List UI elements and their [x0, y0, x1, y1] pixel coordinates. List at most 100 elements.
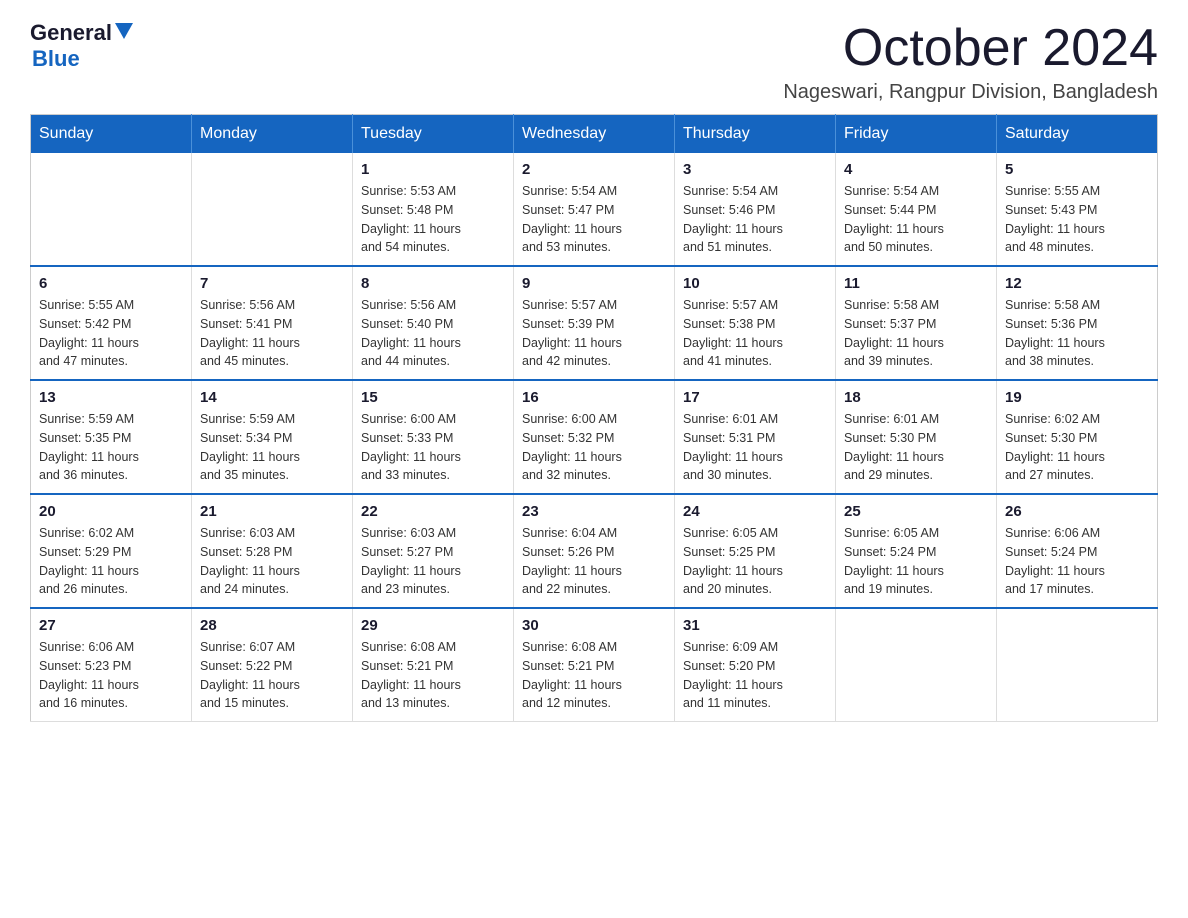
calendar-cell — [31, 153, 192, 266]
day-info: Sunrise: 6:06 AMSunset: 5:23 PMDaylight:… — [39, 638, 183, 713]
calendar-cell: 15 Sunrise: 6:00 AMSunset: 5:33 PMDayligh… — [353, 380, 514, 494]
day-number: 30 — [522, 617, 666, 634]
day-info: Sunrise: 6:08 AMSunset: 5:21 PMDaylight:… — [522, 638, 666, 713]
day-info: Sunrise: 5:59 AMSunset: 5:34 PMDaylight:… — [200, 410, 344, 485]
day-number: 18 — [844, 389, 988, 406]
day-number: 31 — [683, 617, 827, 634]
day-number: 7 — [200, 275, 344, 292]
calendar-table: SundayMondayTuesdayWednesdayThursdayFrid… — [30, 114, 1158, 722]
day-info: Sunrise: 5:56 AMSunset: 5:41 PMDaylight:… — [200, 296, 344, 371]
day-number: 20 — [39, 503, 183, 520]
calendar-cell: 25Sunrise: 6:05 AMSunset: 5:24 PMDayligh… — [836, 494, 997, 608]
calendar-cell: 8 Sunrise: 5:56 AMSunset: 5:40 PMDaylight… — [353, 266, 514, 380]
calendar-cell: 31 Sunrise: 6:09 AMSunset: 5:20 PMDayligh… — [675, 608, 836, 722]
day-number: 22 — [361, 503, 505, 520]
day-number: 6 — [39, 275, 183, 292]
day-info: Sunrise: 6:07 AMSunset: 5:22 PMDaylight:… — [200, 638, 344, 713]
calendar-cell: 22Sunrise: 6:03 AMSunset: 5:27 PMDayligh… — [353, 494, 514, 608]
day-info: Sunrise: 5:58 AMSunset: 5:36 PMDaylight:… — [1005, 296, 1149, 371]
day-number: 8 — [361, 275, 505, 292]
day-info: Sunrise: 5:56 AMSunset: 5:40 PMDaylight:… — [361, 296, 505, 371]
calendar-cell: 9 Sunrise: 5:57 AMSunset: 5:39 PMDaylight… — [514, 266, 675, 380]
day-info: Sunrise: 5:59 AMSunset: 5:35 PMDaylight:… — [39, 410, 183, 485]
day-info: Sunrise: 6:02 AMSunset: 5:30 PMDaylight:… — [1005, 410, 1149, 485]
week-row-2: 6 Sunrise: 5:55 AMSunset: 5:42 PMDaylight… — [31, 266, 1158, 380]
week-row-3: 13 Sunrise: 5:59 AMSunset: 5:35 PMDayligh… — [31, 380, 1158, 494]
day-number: 9 — [522, 275, 666, 292]
logo-triangle-icon — [115, 23, 133, 39]
day-number: 14 — [200, 389, 344, 406]
day-number: 15 — [361, 389, 505, 406]
calendar-cell: 17 Sunrise: 6:01 AMSunset: 5:31 PMDayligh… — [675, 380, 836, 494]
day-info: Sunrise: 6:00 AMSunset: 5:33 PMDaylight:… — [361, 410, 505, 485]
header-cell-sunday: Sunday — [31, 115, 192, 154]
day-info: Sunrise: 5:54 AMSunset: 5:47 PMDaylight:… — [522, 182, 666, 257]
calendar-cell: 6 Sunrise: 5:55 AMSunset: 5:42 PMDaylight… — [31, 266, 192, 380]
day-number: 10 — [683, 275, 827, 292]
day-info: Sunrise: 5:55 AMSunset: 5:42 PMDaylight:… — [39, 296, 183, 371]
calendar-cell: 10 Sunrise: 5:57 AMSunset: 5:38 PMDayligh… — [675, 266, 836, 380]
header-cell-wednesday: Wednesday — [514, 115, 675, 154]
day-info: Sunrise: 5:57 AMSunset: 5:39 PMDaylight:… — [522, 296, 666, 371]
calendar-body: 1 Sunrise: 5:53 AMSunset: 5:48 PMDaylight… — [31, 153, 1158, 722]
calendar-cell: 7 Sunrise: 5:56 AMSunset: 5:41 PMDaylight… — [192, 266, 353, 380]
calendar-cell — [836, 608, 997, 722]
day-number: 5 — [1005, 161, 1149, 178]
calendar-subtitle: Nageswari, Rangpur Division, Bangladesh — [783, 81, 1158, 104]
day-number: 11 — [844, 275, 988, 292]
calendar-cell: 12 Sunrise: 5:58 AMSunset: 5:36 PMDayligh… — [997, 266, 1158, 380]
day-info: Sunrise: 5:54 AMSunset: 5:44 PMDaylight:… — [844, 182, 988, 257]
header-cell-saturday: Saturday — [997, 115, 1158, 154]
calendar-cell: 26 Sunrise: 6:06 AMSunset: 5:24 PMDayligh… — [997, 494, 1158, 608]
day-number: 13 — [39, 389, 183, 406]
logo-general: General — [30, 20, 112, 46]
day-number: 28 — [200, 617, 344, 634]
day-number: 17 — [683, 389, 827, 406]
calendar-cell: 16Sunrise: 6:00 AMSunset: 5:32 PMDayligh… — [514, 380, 675, 494]
calendar-title: October 2024 — [783, 20, 1158, 77]
logo: General Blue — [30, 20, 133, 72]
calendar-cell: 18 Sunrise: 6:01 AMSunset: 5:30 PMDayligh… — [836, 380, 997, 494]
week-row-4: 20Sunrise: 6:02 AMSunset: 5:29 PMDayligh… — [31, 494, 1158, 608]
day-number: 19 — [1005, 389, 1149, 406]
calendar-cell: 1 Sunrise: 5:53 AMSunset: 5:48 PMDaylight… — [353, 153, 514, 266]
calendar-cell — [997, 608, 1158, 722]
day-number: 2 — [522, 161, 666, 178]
day-info: Sunrise: 6:01 AMSunset: 5:31 PMDaylight:… — [683, 410, 827, 485]
calendar-cell: 4 Sunrise: 5:54 AMSunset: 5:44 PMDaylight… — [836, 153, 997, 266]
day-number: 1 — [361, 161, 505, 178]
calendar-cell: 28 Sunrise: 6:07 AMSunset: 5:22 PMDayligh… — [192, 608, 353, 722]
calendar-cell: 19 Sunrise: 6:02 AMSunset: 5:30 PMDayligh… — [997, 380, 1158, 494]
day-info: Sunrise: 6:00 AMSunset: 5:32 PMDaylight:… — [522, 410, 666, 485]
header-row: SundayMondayTuesdayWednesdayThursdayFrid… — [31, 115, 1158, 154]
day-number: 26 — [1005, 503, 1149, 520]
day-info: Sunrise: 6:05 AMSunset: 5:25 PMDaylight:… — [683, 524, 827, 599]
day-number: 12 — [1005, 275, 1149, 292]
calendar-cell: 27 Sunrise: 6:06 AMSunset: 5:23 PMDayligh… — [31, 608, 192, 722]
week-row-5: 27 Sunrise: 6:06 AMSunset: 5:23 PMDayligh… — [31, 608, 1158, 722]
calendar-cell: 24Sunrise: 6:05 AMSunset: 5:25 PMDayligh… — [675, 494, 836, 608]
calendar-cell: 14 Sunrise: 5:59 AMSunset: 5:34 PMDayligh… — [192, 380, 353, 494]
title-section: October 2024 Nageswari, Rangpur Division… — [783, 20, 1158, 104]
day-number: 3 — [683, 161, 827, 178]
logo-blue: Blue — [32, 46, 80, 72]
day-info: Sunrise: 6:09 AMSunset: 5:20 PMDaylight:… — [683, 638, 827, 713]
header-cell-friday: Friday — [836, 115, 997, 154]
day-number: 4 — [844, 161, 988, 178]
day-info: Sunrise: 6:01 AMSunset: 5:30 PMDaylight:… — [844, 410, 988, 485]
calendar-cell: 11 Sunrise: 5:58 AMSunset: 5:37 PMDayligh… — [836, 266, 997, 380]
calendar-cell: 21Sunrise: 6:03 AMSunset: 5:28 PMDayligh… — [192, 494, 353, 608]
day-info: Sunrise: 5:57 AMSunset: 5:38 PMDaylight:… — [683, 296, 827, 371]
calendar-cell: 29 Sunrise: 6:08 AMSunset: 5:21 PMDayligh… — [353, 608, 514, 722]
day-number: 27 — [39, 617, 183, 634]
day-info: Sunrise: 5:58 AMSunset: 5:37 PMDaylight:… — [844, 296, 988, 371]
day-number: 23 — [522, 503, 666, 520]
day-info: Sunrise: 5:54 AMSunset: 5:46 PMDaylight:… — [683, 182, 827, 257]
page-header: General Blue October 2024 Nageswari, Ran… — [30, 20, 1158, 104]
calendar-cell: 3 Sunrise: 5:54 AMSunset: 5:46 PMDaylight… — [675, 153, 836, 266]
day-info: Sunrise: 5:53 AMSunset: 5:48 PMDaylight:… — [361, 182, 505, 257]
day-number: 21 — [200, 503, 344, 520]
day-info: Sunrise: 6:06 AMSunset: 5:24 PMDaylight:… — [1005, 524, 1149, 599]
day-info: Sunrise: 6:08 AMSunset: 5:21 PMDaylight:… — [361, 638, 505, 713]
day-number: 29 — [361, 617, 505, 634]
